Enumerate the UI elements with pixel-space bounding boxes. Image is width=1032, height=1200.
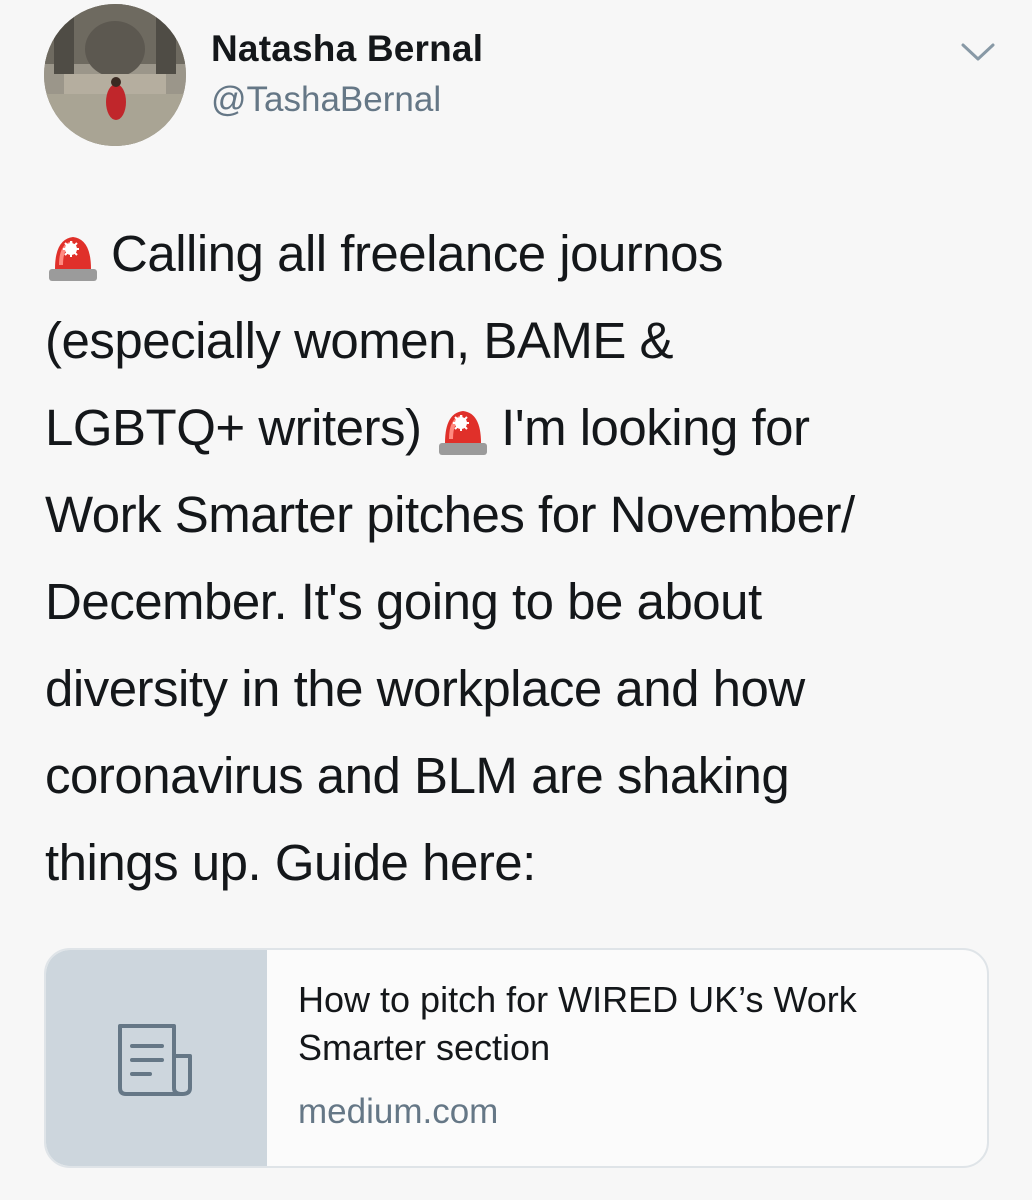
document-icon	[118, 1024, 192, 1096]
link-card-thumbnail	[46, 950, 267, 1166]
tweet-line: things up. Guide here:	[45, 834, 536, 891]
tweet-line: coronavirus and BLM are shaking	[45, 747, 790, 804]
link-card-title-line: Smarter section	[298, 1027, 551, 1068]
tweet-text: Calling all freelance journos (especiall…	[45, 210, 995, 906]
author-handle[interactable]: @TashaBernal	[211, 80, 441, 120]
tweet-line: Calling all freelance journos	[45, 210, 995, 297]
police-car-light-icon	[45, 224, 101, 281]
avatar-photo	[44, 4, 186, 146]
police-car-light-icon	[435, 398, 491, 455]
tweet-text-line: I'm looking for	[501, 399, 810, 456]
tweet-line: Work Smarter pitches for November/	[45, 486, 855, 543]
tweet-line: diversity in the workplace and how	[45, 660, 805, 717]
link-card-title-line: How to pitch for WIRED UK’s Work	[298, 979, 857, 1020]
tweet-menu-button[interactable]	[958, 38, 998, 66]
link-card-title: How to pitch for WIRED UK’s Work Smarter…	[298, 976, 968, 1072]
tweet-line: LGBTQ+ writers) I'm looking for	[45, 384, 995, 471]
chevron-down-icon	[961, 43, 995, 61]
avatar[interactable]	[44, 4, 186, 146]
link-card-domain: medium.com	[298, 1092, 499, 1131]
tweet-text-line: LGBTQ+ writers)	[45, 399, 422, 456]
link-preview-card[interactable]: How to pitch for WIRED UK’s Work Smarter…	[44, 948, 989, 1168]
tweet-line: (especially women, BAME &	[45, 312, 674, 369]
author-name[interactable]: Natasha Bernal	[211, 28, 483, 70]
tweet-line: December. It's going to be about	[45, 573, 762, 630]
link-card-body: How to pitch for WIRED UK’s Work Smarter…	[298, 976, 968, 1132]
tweet-text-line: Calling all freelance journos	[111, 225, 724, 282]
